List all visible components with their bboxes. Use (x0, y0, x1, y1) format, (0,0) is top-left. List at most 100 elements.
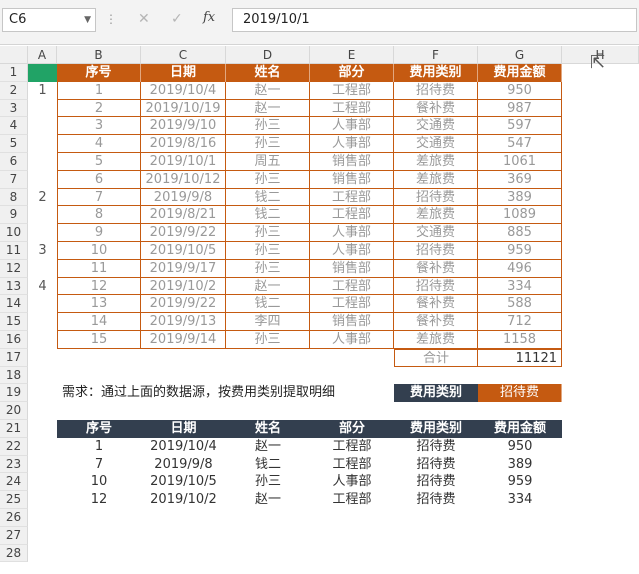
source-table-cell[interactable]: 餐补费 (394, 99, 478, 118)
row-header[interactable]: 27 (0, 526, 28, 545)
source-table-cell[interactable]: 工程部 (310, 206, 394, 225)
row-header[interactable]: 17 (0, 348, 28, 367)
row-header[interactable]: 16 (0, 331, 28, 349)
row-header[interactable]: 14 (0, 295, 28, 314)
group-marker[interactable]: 2 (28, 189, 57, 207)
result-table-cell[interactable]: 2019/10/2 (141, 491, 226, 509)
row-header[interactable]: 18 (0, 366, 28, 385)
source-table-cell[interactable]: 招待费 (394, 277, 478, 296)
formula-input[interactable]: 2019/10/1 (232, 8, 637, 32)
source-table-cell[interactable]: 885 (478, 224, 562, 242)
source-table-cell[interactable]: 6 (57, 170, 141, 189)
source-table-cell[interactable]: 销售部 (310, 170, 394, 189)
source-table-cell[interactable]: 销售部 (310, 153, 394, 171)
source-table-cell[interactable]: 1 (57, 81, 141, 100)
name-box[interactable]: C6 ▼ (2, 8, 96, 32)
source-table-cell[interactable]: 10 (57, 242, 141, 260)
source-table-cell[interactable]: 13 (57, 295, 141, 314)
source-table-cell[interactable]: 差旅费 (394, 170, 478, 189)
source-table-cell[interactable]: 5 (57, 153, 141, 171)
result-table-cell[interactable]: 950 (478, 438, 562, 456)
source-table-cell[interactable]: 2019/10/2 (141, 277, 226, 296)
source-table-cell[interactable]: 周五 (226, 153, 310, 171)
cancel-icon[interactable]: ✕ (138, 11, 150, 27)
source-table-cell[interactable]: 2019/9/13 (141, 313, 226, 331)
source-table-cell[interactable]: 工程部 (310, 99, 394, 118)
result-table-cell[interactable]: 招待费 (394, 438, 478, 456)
source-table-cell[interactable]: 987 (478, 99, 562, 118)
row-header[interactable]: 26 (0, 509, 28, 527)
source-table-cell[interactable]: 差旅费 (394, 331, 478, 349)
source-table-cell[interactable]: 工程部 (310, 188, 394, 207)
source-table-cell[interactable]: 389 (478, 188, 562, 207)
source-table-cell[interactable]: 2019/10/12 (141, 170, 226, 189)
result-table-cell[interactable]: 2019/10/4 (141, 438, 226, 456)
row-header[interactable]: 4 (0, 117, 28, 136)
row-header[interactable]: 5 (0, 135, 28, 153)
row-header[interactable]: 6 (0, 153, 28, 171)
result-table-cell[interactable]: 工程部 (310, 491, 394, 509)
source-table-cell[interactable]: 餐补费 (394, 259, 478, 278)
group-marker[interactable]: 1 (28, 82, 57, 100)
result-table-cell[interactable]: 959 (478, 473, 562, 491)
source-table-cell[interactable]: 11 (57, 259, 141, 278)
row-header[interactable]: 2 (0, 81, 28, 100)
source-table-cell[interactable]: 钱二 (226, 295, 310, 314)
column-header-f[interactable]: F (394, 46, 478, 64)
source-table-cell[interactable]: 547 (478, 135, 562, 153)
source-table-cell[interactable]: 钱二 (226, 188, 310, 207)
row-header[interactable]: 19 (0, 384, 28, 403)
result-table-cell[interactable]: 赵一 (226, 438, 310, 456)
source-table-cell[interactable]: 孙三 (226, 170, 310, 189)
result-table-cell[interactable]: 钱二 (226, 456, 310, 474)
source-table-cell[interactable]: 2019/10/19 (141, 99, 226, 118)
row-header[interactable]: 9 (0, 206, 28, 225)
source-table-cell[interactable]: 588 (478, 295, 562, 314)
result-table-cell[interactable]: 人事部 (310, 473, 394, 491)
source-table-cell[interactable]: 餐补费 (394, 295, 478, 314)
source-table-cell[interactable]: 2019/10/1 (141, 153, 226, 171)
source-table-cell[interactable]: 334 (478, 277, 562, 296)
insert-function-icon[interactable]: fx (203, 10, 215, 25)
source-table-cell[interactable]: 赵一 (226, 81, 310, 100)
source-table-cell[interactable]: 597 (478, 117, 562, 136)
source-table-cell[interactable]: 孙三 (226, 259, 310, 278)
source-table-cell[interactable]: 2 (57, 99, 141, 118)
source-table-cell[interactable]: 工程部 (310, 81, 394, 100)
result-table-cell[interactable]: 招待费 (394, 491, 478, 509)
source-table-cell[interactable]: 2019/9/10 (141, 117, 226, 136)
row-header[interactable]: 25 (0, 491, 28, 509)
row-header[interactable]: 23 (0, 455, 28, 474)
column-header-d[interactable]: D (226, 46, 310, 64)
row-header[interactable]: 22 (0, 437, 28, 456)
source-table-cell[interactable]: 工程部 (310, 277, 394, 296)
source-table-cell[interactable]: 2019/10/5 (141, 242, 226, 260)
source-table-cell[interactable]: 招待费 (394, 188, 478, 207)
row-header[interactable]: 20 (0, 402, 28, 420)
source-table-cell[interactable]: 1158 (478, 331, 562, 349)
confirm-icon[interactable]: ✓ (171, 11, 183, 27)
result-table-cell[interactable]: 工程部 (310, 438, 394, 456)
result-table-cell[interactable]: 招待费 (394, 473, 478, 491)
row-header[interactable]: 1 (0, 64, 28, 82)
row-header[interactable]: 15 (0, 313, 28, 331)
source-table-cell[interactable]: 369 (478, 170, 562, 189)
source-table-cell[interactable]: 孙三 (226, 331, 310, 349)
result-table-cell[interactable]: 工程部 (310, 456, 394, 474)
source-table-cell[interactable]: 交通费 (394, 117, 478, 136)
active-cell-a1[interactable] (28, 64, 57, 82)
column-header-b[interactable]: B (57, 46, 141, 64)
source-table-cell[interactable]: 2019/9/22 (141, 224, 226, 242)
source-table-cell[interactable]: 2019/9/17 (141, 259, 226, 278)
source-table-cell[interactable]: 496 (478, 259, 562, 278)
source-table-cell[interactable]: 交通费 (394, 224, 478, 242)
source-table-cell[interactable]: 7 (57, 188, 141, 207)
source-table-cell[interactable]: 人事部 (310, 135, 394, 153)
result-table-cell[interactable]: 2019/10/5 (141, 473, 226, 491)
source-table-cell[interactable]: 9 (57, 224, 141, 242)
chevron-down-icon[interactable]: ▼ (84, 9, 91, 31)
source-table-cell[interactable]: 赵一 (226, 99, 310, 118)
source-table-cell[interactable]: 钱二 (226, 206, 310, 225)
result-table-cell[interactable]: 10 (57, 473, 141, 491)
source-table-cell[interactable]: 712 (478, 313, 562, 331)
